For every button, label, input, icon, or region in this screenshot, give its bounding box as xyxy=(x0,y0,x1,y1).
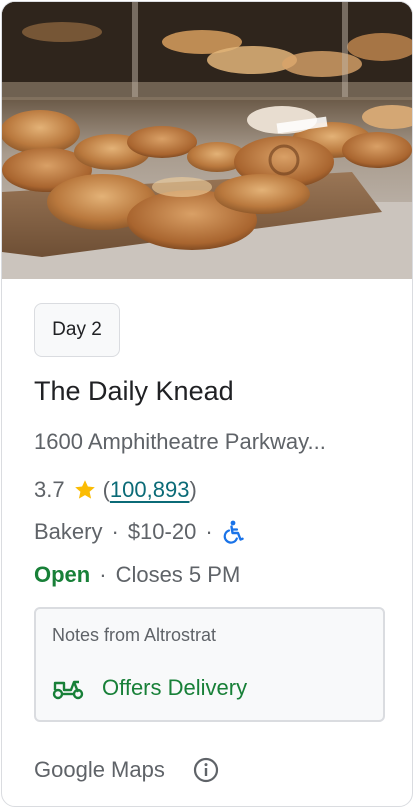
rating-row: 3.7 ( 100,893 ) xyxy=(34,477,197,503)
separator-dot: · xyxy=(111,519,119,544)
price-range: $10-20 xyxy=(127,519,197,544)
day-chip-label: Day 2 xyxy=(52,319,102,340)
open-status: Open xyxy=(34,562,91,587)
place-name[interactable]: The Daily Knead xyxy=(34,376,234,407)
delivery-label: Offers Delivery xyxy=(102,675,248,700)
separator-dot: · xyxy=(99,562,107,587)
scooter-icon xyxy=(52,676,102,700)
closing-time: Closes 5 PM xyxy=(115,562,241,587)
footer: Google Maps xyxy=(34,757,219,783)
place-photo[interactable] xyxy=(2,2,412,279)
details-row: Bakery · $10-20 · xyxy=(34,519,244,545)
google-maps-attribution[interactable]: Google Maps xyxy=(34,757,165,783)
place-category: Bakery xyxy=(34,519,103,544)
info-icon[interactable] xyxy=(193,757,219,783)
reviews-link[interactable]: 100,893 xyxy=(110,477,190,503)
rating-value: 3.7 xyxy=(34,477,65,502)
delivery-feature: Offers Delivery xyxy=(52,675,247,701)
star-icon xyxy=(73,478,97,502)
separator-dot: · xyxy=(205,519,213,544)
reviews-open-paren: ( xyxy=(102,477,110,502)
notes-box: Notes from Altrostrat Offers Delivery xyxy=(34,607,385,722)
hours-row: Open · Closes 5 PM xyxy=(34,562,240,588)
notes-title: Notes from Altrostrat xyxy=(52,625,217,645)
wheelchair-icon xyxy=(222,520,244,544)
reviews-close-paren: ) xyxy=(189,477,197,502)
place-address: 1600 Amphitheatre Parkway... xyxy=(34,429,326,454)
place-card: Day 2 The Daily Knead 1600 Amphitheatre … xyxy=(1,1,413,807)
day-chip[interactable]: Day 2 xyxy=(34,303,120,357)
